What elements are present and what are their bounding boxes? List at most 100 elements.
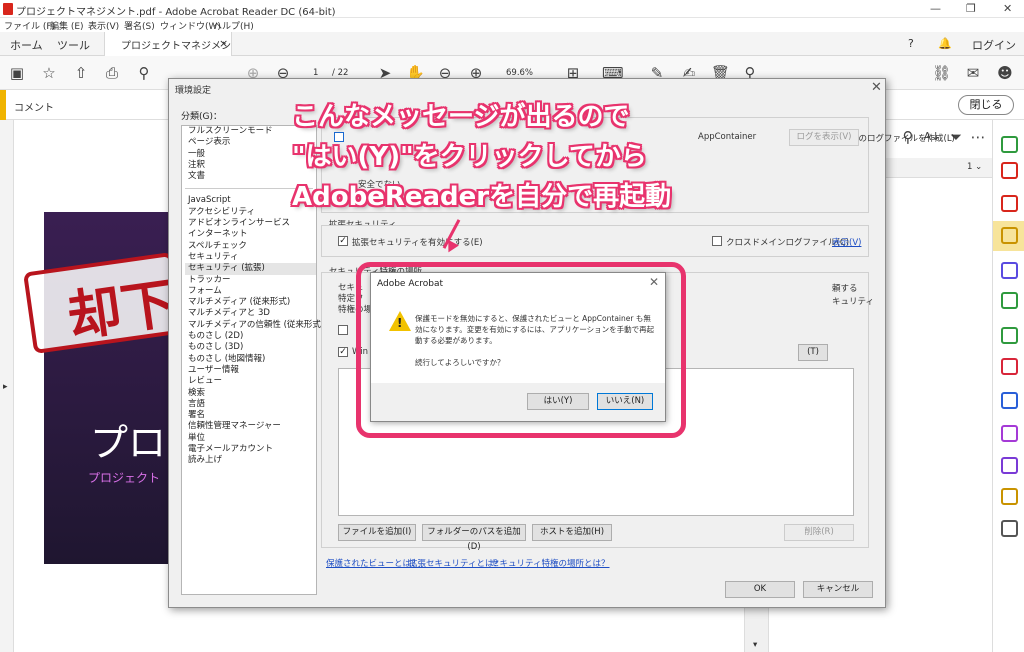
category-item[interactable]: セキュリティ (拡張) bbox=[185, 263, 316, 275]
privileged-locations-link[interactable]: セキュリティ特権の場所とは？ bbox=[491, 557, 610, 569]
left-panel-strip[interactable]: ▸ bbox=[0, 120, 14, 652]
prefs-close-icon[interactable]: ✕ bbox=[871, 80, 882, 95]
menu-sign[interactable]: 署名(S) bbox=[124, 19, 155, 32]
create-pdf-icon[interactable] bbox=[1001, 162, 1018, 179]
fill-sign-icon[interactable] bbox=[1001, 358, 1018, 375]
win-os-checkbox[interactable]: ✓ bbox=[338, 347, 348, 357]
tab-tools[interactable]: ツール bbox=[57, 37, 90, 53]
menu-view[interactable]: 表示(V) bbox=[88, 19, 119, 32]
enhanced-security-checkbox[interactable]: ✓ bbox=[338, 236, 348, 246]
restore-icon[interactable]: ❐ bbox=[966, 2, 976, 15]
forms-icon[interactable] bbox=[1001, 425, 1018, 442]
scroll-down-icon[interactable]: ▾ bbox=[753, 640, 757, 650]
category-item[interactable]: マルチメディアと 3D bbox=[185, 308, 316, 319]
category-item[interactable]: 署名 bbox=[185, 410, 316, 421]
enhanced-security-group: ✓ 拡張セキュリティを有効にする(E) クロスドメインログファイル(C) 表示(… bbox=[321, 225, 869, 257]
t-button[interactable]: (T) bbox=[798, 344, 828, 361]
delete-button[interactable]: 削除(R) bbox=[784, 524, 854, 541]
protect-icon[interactable] bbox=[1001, 392, 1018, 409]
category-item[interactable]: トラッカー bbox=[185, 275, 316, 286]
category-item[interactable]: 電子メールアカウント bbox=[185, 444, 316, 455]
minimize-icon[interactable]: — bbox=[930, 2, 941, 15]
send-comments-icon[interactable] bbox=[1001, 488, 1018, 505]
page-current[interactable]: 1 bbox=[313, 68, 318, 78]
title-bar: プロジェクトマネジメント.pdf - Adobe Acrobat Reader … bbox=[0, 0, 1024, 18]
combine-icon[interactable] bbox=[1001, 262, 1018, 279]
add-file-button[interactable]: ファイルを追加(I) bbox=[338, 524, 416, 541]
confirm-dialog: Adobe Acrobat ✕ ! 保護モードを無効にすると、保護されたビューと… bbox=[370, 272, 666, 422]
upload-icon[interactable]: ⇧ bbox=[72, 64, 90, 82]
slide-title: プロ bbox=[90, 421, 167, 465]
cross-domain-checkbox[interactable] bbox=[712, 236, 722, 246]
close-tab-icon[interactable]: × bbox=[219, 37, 228, 50]
edit-pdf-icon[interactable] bbox=[1001, 195, 1018, 212]
more-tools-wrench-icon[interactable] bbox=[1001, 520, 1018, 537]
privileged-desc-right-2: キュリティ bbox=[832, 297, 874, 307]
print-icon[interactable]: ⎙ bbox=[103, 64, 121, 82]
privileged-checkbox-1[interactable] bbox=[338, 325, 348, 335]
ok-button[interactable]: OK bbox=[725, 581, 795, 598]
category-item[interactable]: 言語 bbox=[185, 399, 316, 410]
export-pdf-icon[interactable] bbox=[1001, 136, 1018, 153]
category-item[interactable]: ものさし (地図情報) bbox=[185, 354, 316, 365]
comment-tool-active[interactable] bbox=[993, 221, 1024, 251]
tab-bar: ホーム ツール プロジェクトマネジメント... × ? 🔔 ログイン bbox=[0, 32, 1024, 67]
category-item[interactable]: アドビオンラインサービス bbox=[185, 218, 316, 229]
link-icon[interactable]: ⛓ bbox=[932, 64, 951, 82]
comment-icon[interactable] bbox=[1001, 227, 1018, 244]
category-item[interactable]: インターネット bbox=[185, 229, 316, 240]
view-log-button[interactable]: ログを表示(V) bbox=[789, 129, 859, 146]
category-item[interactable]: マルチメディアの信頼性 (従来形式) bbox=[185, 320, 324, 331]
yes-button[interactable]: はい(Y) bbox=[527, 393, 589, 410]
close-button[interactable]: 閉じる bbox=[958, 95, 1014, 115]
category-item[interactable]: 読み上げ bbox=[185, 455, 316, 466]
category-item[interactable]: スペルチェック bbox=[185, 241, 316, 252]
organize-icon[interactable] bbox=[1001, 292, 1018, 309]
close-window-icon[interactable]: ✕ bbox=[1003, 2, 1012, 15]
mail-icon[interactable]: ✉ bbox=[964, 64, 982, 82]
annotation-line-3: AdobeReaderを自分で再起動 bbox=[292, 182, 672, 212]
dialog-close-icon[interactable]: ✕ bbox=[649, 275, 659, 289]
add-folder-button[interactable]: フォルダーのパスを追加(D) bbox=[422, 524, 526, 552]
add-user-icon[interactable]: ☻ bbox=[996, 64, 1014, 82]
category-item[interactable]: 単位 bbox=[185, 433, 316, 444]
tab-home[interactable]: ホーム bbox=[10, 37, 43, 53]
menu-window[interactable]: ウィンドウ(W) bbox=[160, 19, 221, 32]
page-total: / 22 bbox=[332, 68, 349, 78]
zoom-level[interactable]: 69.6% bbox=[506, 68, 533, 78]
more-icon[interactable]: ⋯ bbox=[969, 128, 987, 146]
category-item[interactable]: マルチメディア (従来形式) bbox=[185, 297, 316, 308]
cancel-button[interactable]: キャンセル bbox=[803, 581, 873, 598]
save-icon[interactable]: ▣ bbox=[8, 64, 26, 82]
add-host-button[interactable]: ホストを追加(H) bbox=[532, 524, 612, 541]
request-sign-icon[interactable] bbox=[1001, 457, 1018, 474]
display-link[interactable]: 表示(V) bbox=[832, 236, 861, 248]
category-item[interactable]: ものさし (2D) bbox=[185, 331, 316, 342]
category-item[interactable]: レビュー bbox=[185, 376, 316, 387]
no-button[interactable]: いいえ(N) bbox=[597, 393, 653, 410]
pdf-icon bbox=[3, 3, 13, 15]
protected-view-link[interactable]: 保護されたビューとは？ bbox=[326, 557, 420, 569]
help-icon[interactable]: ? bbox=[908, 37, 914, 50]
login-link[interactable]: ログイン bbox=[972, 37, 1016, 53]
cross-domain-label: クロスドメインログファイル(C) bbox=[726, 238, 850, 248]
enhanced-security-link[interactable]: 拡張セキュリティとは？ bbox=[409, 557, 502, 569]
menu-edit[interactable]: 編集 (E) bbox=[50, 19, 84, 32]
menu-file[interactable]: ファイル (F) bbox=[4, 19, 55, 32]
expand-panel-icon[interactable]: ▸ bbox=[3, 382, 8, 392]
category-item[interactable]: ユーザー情報 bbox=[185, 365, 316, 376]
row-chevron-icon[interactable]: 1 ⌄ bbox=[967, 162, 982, 172]
menu-bar: ファイル (F) 編集 (E) 表示(V) 署名(S) ウィンドウ(W) ヘルプ… bbox=[0, 18, 1024, 32]
menu-help[interactable]: ヘルプ(H) bbox=[213, 19, 254, 32]
category-item[interactable]: 検索 bbox=[185, 388, 316, 399]
window-title: プロジェクトマネジメント.pdf - Adobe Acrobat Reader … bbox=[16, 7, 336, 18]
category-item[interactable]: セキュリティ bbox=[185, 252, 316, 263]
category-item[interactable]: 信頼性管理マネージャー bbox=[185, 421, 316, 432]
tab-document[interactable]: プロジェクトマネジメント... × bbox=[104, 32, 232, 67]
compress-icon[interactable] bbox=[1001, 327, 1018, 344]
bell-icon[interactable]: 🔔 bbox=[938, 37, 952, 50]
star-icon[interactable]: ☆ bbox=[40, 64, 58, 82]
zoom-search-icon[interactable]: ⚲ bbox=[135, 64, 153, 82]
category-item[interactable]: ものさし (3D) bbox=[185, 342, 316, 353]
category-item[interactable]: フォーム bbox=[185, 286, 316, 297]
